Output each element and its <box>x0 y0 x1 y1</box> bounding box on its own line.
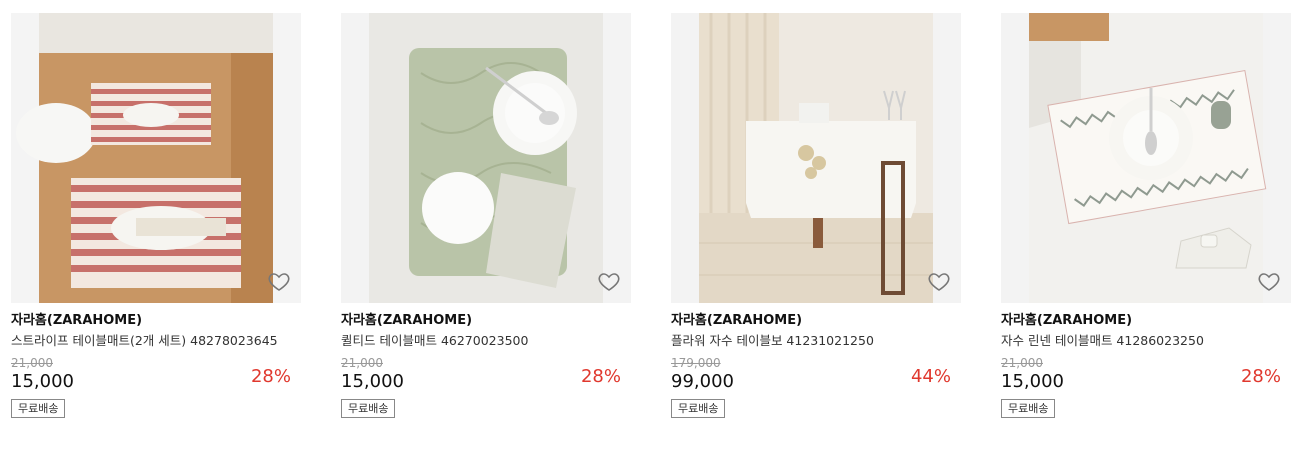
free-shipping-badge: 무료배송 <box>11 399 66 418</box>
free-shipping-badge: 무료배송 <box>341 399 396 418</box>
product-image[interactable] <box>671 13 961 303</box>
product-image[interactable] <box>341 13 631 303</box>
sale-price: 15,000 <box>11 371 74 392</box>
brand-name[interactable]: 자라홈(ZARAHOME) <box>1001 312 1291 330</box>
product-name[interactable]: 퀼티드 테이블매트 46270023500 <box>341 332 631 349</box>
heart-outline-icon[interactable] <box>267 269 291 293</box>
discount-rate: 28% <box>1240 366 1281 387</box>
brand-name[interactable]: 자라홈(ZARAHOME) <box>11 312 301 330</box>
sale-price: 15,000 <box>341 371 404 392</box>
product-image[interactable] <box>11 13 301 303</box>
product-name[interactable]: 플라워 자수 테이블보 41231021250 <box>671 332 961 349</box>
discount-rate: 28% <box>250 366 291 387</box>
sale-price: 99,000 <box>671 371 734 392</box>
brand-name[interactable]: 자라홈(ZARAHOME) <box>671 312 961 330</box>
product-card[interactable]: 자라홈(ZARAHOME) 스트라이프 테이블매트(2개 세트) 4827802… <box>11 13 301 418</box>
discount-rate: 44% <box>910 366 951 387</box>
heart-outline-icon[interactable] <box>927 269 951 293</box>
free-shipping-badge: 무료배송 <box>671 399 726 418</box>
discount-rate: 28% <box>580 366 621 387</box>
heart-outline-icon[interactable] <box>1257 269 1281 293</box>
heart-outline-icon[interactable] <box>597 269 621 293</box>
free-shipping-badge: 무료배송 <box>1001 399 1056 418</box>
product-name[interactable]: 스트라이프 테이블매트(2개 세트) 48278023645 <box>11 332 301 349</box>
product-card[interactable]: 자라홈(ZARAHOME) 플라워 자수 테이블보 41231021250 17… <box>671 13 961 418</box>
product-card[interactable]: 자라홈(ZARAHOME) 자수 린넨 테이블매트 41286023250 21… <box>1001 13 1291 418</box>
brand-name[interactable]: 자라홈(ZARAHOME) <box>341 312 631 330</box>
product-card[interactable]: 자라홈(ZARAHOME) 퀼티드 테이블매트 46270023500 21,0… <box>341 13 631 418</box>
sale-price: 15,000 <box>1001 371 1064 392</box>
product-image[interactable] <box>1001 13 1291 303</box>
product-name[interactable]: 자수 린넨 테이블매트 41286023250 <box>1001 332 1291 349</box>
